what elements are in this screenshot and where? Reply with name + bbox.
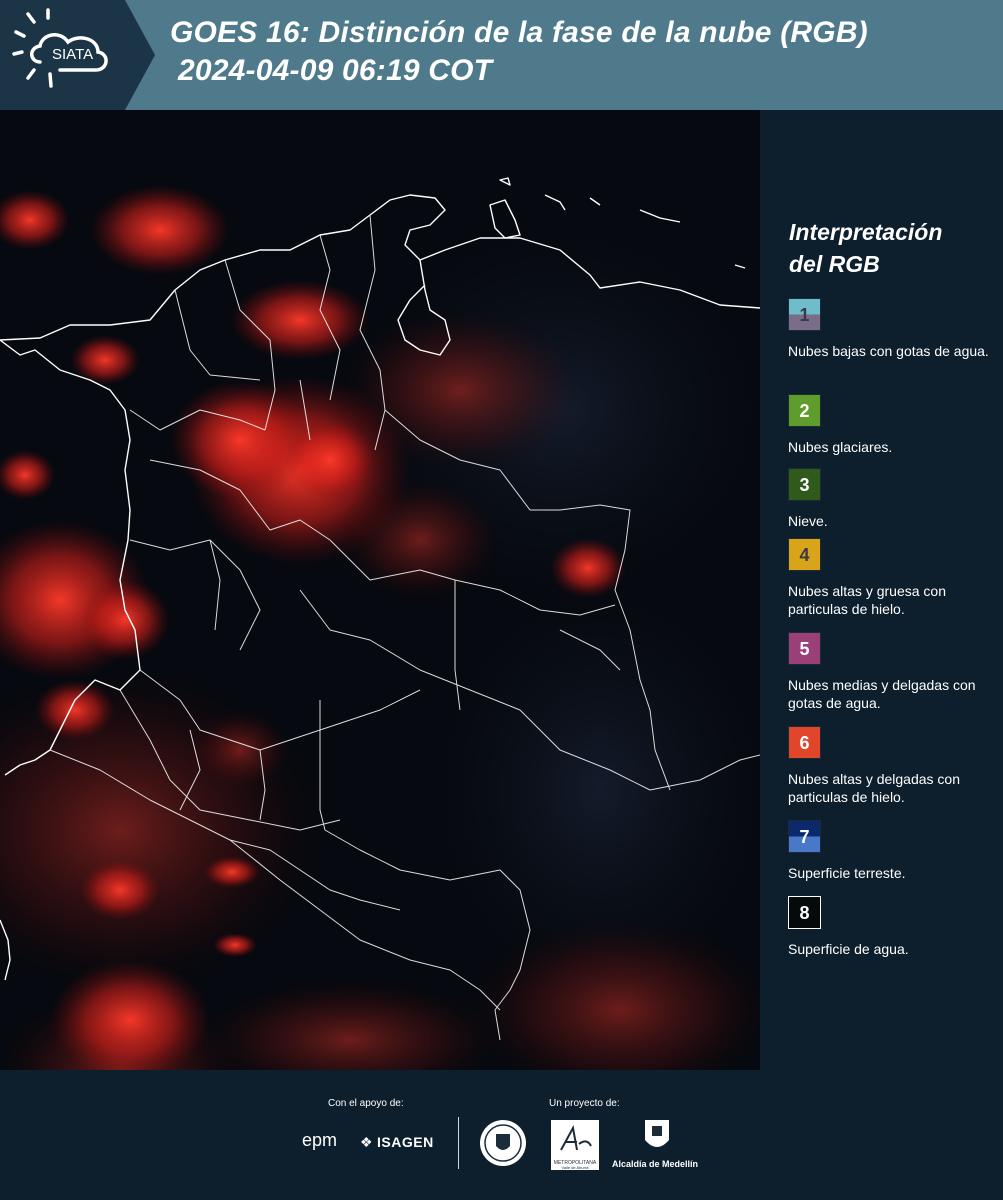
legend-label: Superficie terreste. bbox=[788, 865, 906, 881]
legend-title-line-1: Interpretación bbox=[789, 219, 943, 245]
legend-item: 5 Nubes medias y delgadas con gotas de a… bbox=[788, 632, 998, 712]
legend-label: Nieve. bbox=[788, 513, 828, 529]
legend-number: 7 bbox=[799, 827, 810, 847]
legend-swatch: 2 bbox=[788, 394, 821, 427]
footer: Con el apoyo de: epm ❖ ISAGEN Un proyect… bbox=[0, 1070, 1003, 1200]
legend-label: Superficie de agua. bbox=[788, 941, 909, 957]
university-seal-icon bbox=[480, 1120, 526, 1166]
legend-number: 8 bbox=[799, 903, 810, 923]
legend-number: 4 bbox=[799, 545, 810, 565]
legend-label: Nubes glaciares. bbox=[788, 439, 893, 455]
legend-title-line-2: del RGB bbox=[789, 251, 880, 277]
logo-text: SIATA bbox=[52, 46, 94, 63]
legend-item: 4 Nubes altas y gruesa con particulas de… bbox=[788, 538, 998, 618]
page-title: GOES 16: Distinción de la fase de la nub… bbox=[170, 14, 868, 90]
legend-label: Nubes altas y delgadas con particulas de… bbox=[788, 771, 960, 805]
isagen-icon: ❖ bbox=[360, 1134, 373, 1150]
legend-swatch: 7 bbox=[788, 820, 821, 853]
area-subcaption: Valle de Aburrá bbox=[561, 1165, 589, 1170]
legend-item: 2 Nubes glaciares. bbox=[788, 394, 998, 456]
satellite-map[interactable] bbox=[0, 110, 760, 1070]
legend-number: 3 bbox=[799, 475, 810, 495]
legend-item: 6 Nubes altas y delgadas con particulas … bbox=[788, 726, 998, 806]
legend-panel: Interpretación del RGB 1 Nubes bajas con… bbox=[760, 110, 1003, 1070]
header-bar: SIATA GOES 16: Distinción de la fase de … bbox=[0, 0, 1003, 110]
medellin-shield-icon bbox=[645, 1120, 669, 1147]
legend-label: Nubes medias y delgadas con gotas de agu… bbox=[788, 677, 976, 711]
legend-label: Nubes bajas con gotas de agua. bbox=[788, 343, 989, 359]
isagen-logo: ISAGEN bbox=[377, 1134, 434, 1150]
legend-swatch: 5 bbox=[788, 632, 821, 665]
legend-number: 2 bbox=[799, 401, 810, 421]
legend-item: 8 Superficie de agua. bbox=[788, 896, 998, 958]
title-line-2: 2024-04-09 06:19 COT bbox=[178, 54, 493, 87]
legend-number: 6 bbox=[799, 733, 810, 753]
satellite-image bbox=[0, 110, 760, 1070]
legend-label: Nubes altas y gruesa con particulas de h… bbox=[788, 583, 946, 617]
legend-item: 1 Nubes bajas con gotas de agua. bbox=[788, 298, 998, 360]
legend-swatch: 1 bbox=[788, 298, 821, 331]
epm-logo: epm bbox=[302, 1130, 338, 1150]
legend-swatch: 8 bbox=[788, 896, 821, 929]
legend-item: 3 Nieve. bbox=[788, 468, 998, 530]
medellin-label: Alcaldía de Medellín bbox=[612, 1159, 699, 1169]
legend-title: Interpretación del RGB bbox=[789, 216, 942, 280]
legend-number: 5 bbox=[799, 639, 810, 659]
legend-item: 7 Superficie terreste. bbox=[788, 820, 998, 882]
legend-swatch: 4 bbox=[788, 538, 821, 571]
legend-number: 1 bbox=[799, 305, 810, 325]
project-label: Un proyecto de: bbox=[549, 1098, 620, 1109]
legend-swatch: 6 bbox=[788, 726, 821, 759]
footer-divider bbox=[458, 1117, 459, 1169]
support-label: Con el apoyo de: bbox=[328, 1098, 404, 1109]
title-line-1: GOES 16: Distinción de la fase de la nub… bbox=[170, 16, 868, 49]
legend-swatch: 3 bbox=[788, 468, 821, 501]
